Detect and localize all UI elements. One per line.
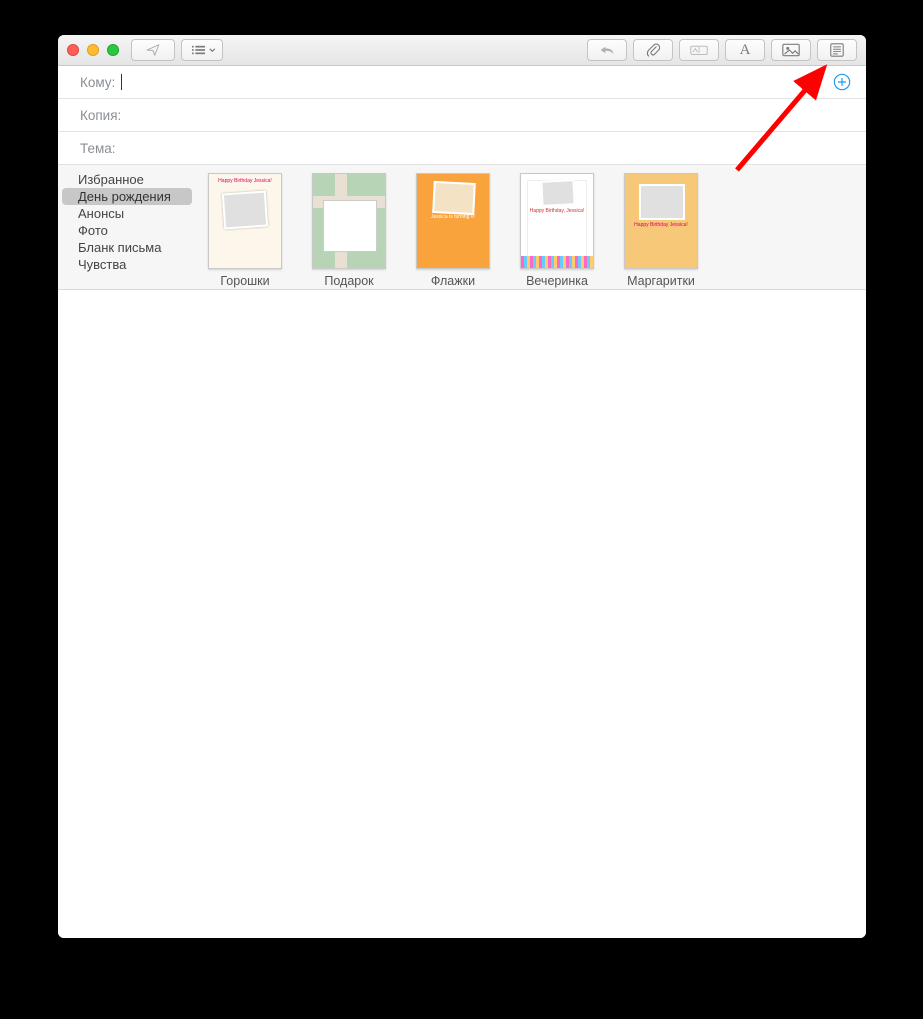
- add-contact-button[interactable]: [832, 72, 852, 92]
- category-sentiments[interactable]: Чувства: [62, 256, 192, 273]
- template-label: Подарок: [324, 274, 373, 288]
- message-body[interactable]: [58, 290, 866, 938]
- template-daisies[interactable]: Happy Birthday Jessica! Маргаритки: [624, 173, 698, 289]
- plus-circle-icon: [833, 73, 851, 91]
- attach-button[interactable]: [633, 39, 673, 61]
- stationery-button[interactable]: [817, 39, 857, 61]
- format-button[interactable]: A: [725, 39, 765, 61]
- markup-toolbox-icon: [690, 43, 708, 57]
- category-stationery[interactable]: Бланк письма: [62, 239, 192, 256]
- template-thumb-banners: Jessica is turning 6!: [416, 173, 490, 269]
- template-label: Флажки: [431, 274, 475, 288]
- to-label: Кому:: [80, 75, 115, 90]
- category-birthday[interactable]: День рождения: [62, 188, 192, 205]
- cc-label: Копия:: [80, 108, 121, 123]
- template-label: Вечеринка: [526, 274, 588, 288]
- template-thumb-gift: [312, 173, 386, 269]
- template-label: Маргаритки: [627, 274, 695, 288]
- template-dots[interactable]: Happy Birthday Jessica! Горошки: [208, 173, 282, 289]
- template-thumb-party: Happy Birthday, Jessica!: [520, 173, 594, 269]
- subject-row: Тема:: [58, 132, 866, 164]
- template-label: Горошки: [220, 274, 269, 288]
- stationery-panel: Избранное День рождения Анонсы Фото Блан…: [58, 165, 866, 290]
- compose-window: A Кому:: [58, 35, 866, 938]
- titlebar: A: [58, 35, 866, 66]
- subject-label: Тема:: [80, 141, 116, 156]
- stationery-categories: Избранное День рождения Анонсы Фото Блан…: [58, 165, 196, 289]
- format-A-icon: A: [740, 42, 751, 59]
- image-icon: [782, 43, 800, 57]
- to-input[interactable]: [122, 74, 832, 91]
- category-announcements[interactable]: Анонсы: [62, 205, 192, 222]
- cc-input[interactable]: [127, 107, 852, 124]
- category-photos[interactable]: Фото: [62, 222, 192, 239]
- to-row: Кому:: [58, 66, 866, 99]
- reply-button[interactable]: [587, 39, 627, 61]
- message-headers: Кому: Копия: Тема:: [58, 66, 866, 165]
- paperclip-icon: [646, 42, 660, 58]
- category-favorites[interactable]: Избранное: [62, 171, 192, 188]
- template-thumb-daisies: Happy Birthday Jessica!: [624, 173, 698, 269]
- template-thumb-dots: Happy Birthday Jessica!: [208, 173, 282, 269]
- reply-arrow-icon: [599, 44, 615, 56]
- window-controls: [67, 44, 119, 56]
- paper-plane-icon: [144, 43, 162, 57]
- template-party[interactable]: Happy Birthday, Jessica! Вечеринка: [520, 173, 594, 289]
- header-fields-dropdown[interactable]: [181, 39, 223, 61]
- toolbar-right: A: [587, 39, 857, 61]
- cc-row: Копия:: [58, 99, 866, 132]
- chevron-down-icon: [209, 48, 216, 53]
- template-banners[interactable]: Jessica is turning 6! Флажки: [416, 173, 490, 289]
- list-icon: [192, 44, 205, 56]
- subject-input[interactable]: [122, 140, 852, 157]
- photo-browser-button[interactable]: [771, 39, 811, 61]
- minimize-window-button[interactable]: [87, 44, 99, 56]
- stationery-icon: [830, 43, 844, 57]
- template-gift[interactable]: Подарок: [312, 173, 386, 289]
- send-button[interactable]: [131, 39, 175, 61]
- zoom-window-button[interactable]: [107, 44, 119, 56]
- markup-button[interactable]: [679, 39, 719, 61]
- close-window-button[interactable]: [67, 44, 79, 56]
- stationery-thumbnails: Happy Birthday Jessica! Горошки Подарок …: [196, 165, 866, 289]
